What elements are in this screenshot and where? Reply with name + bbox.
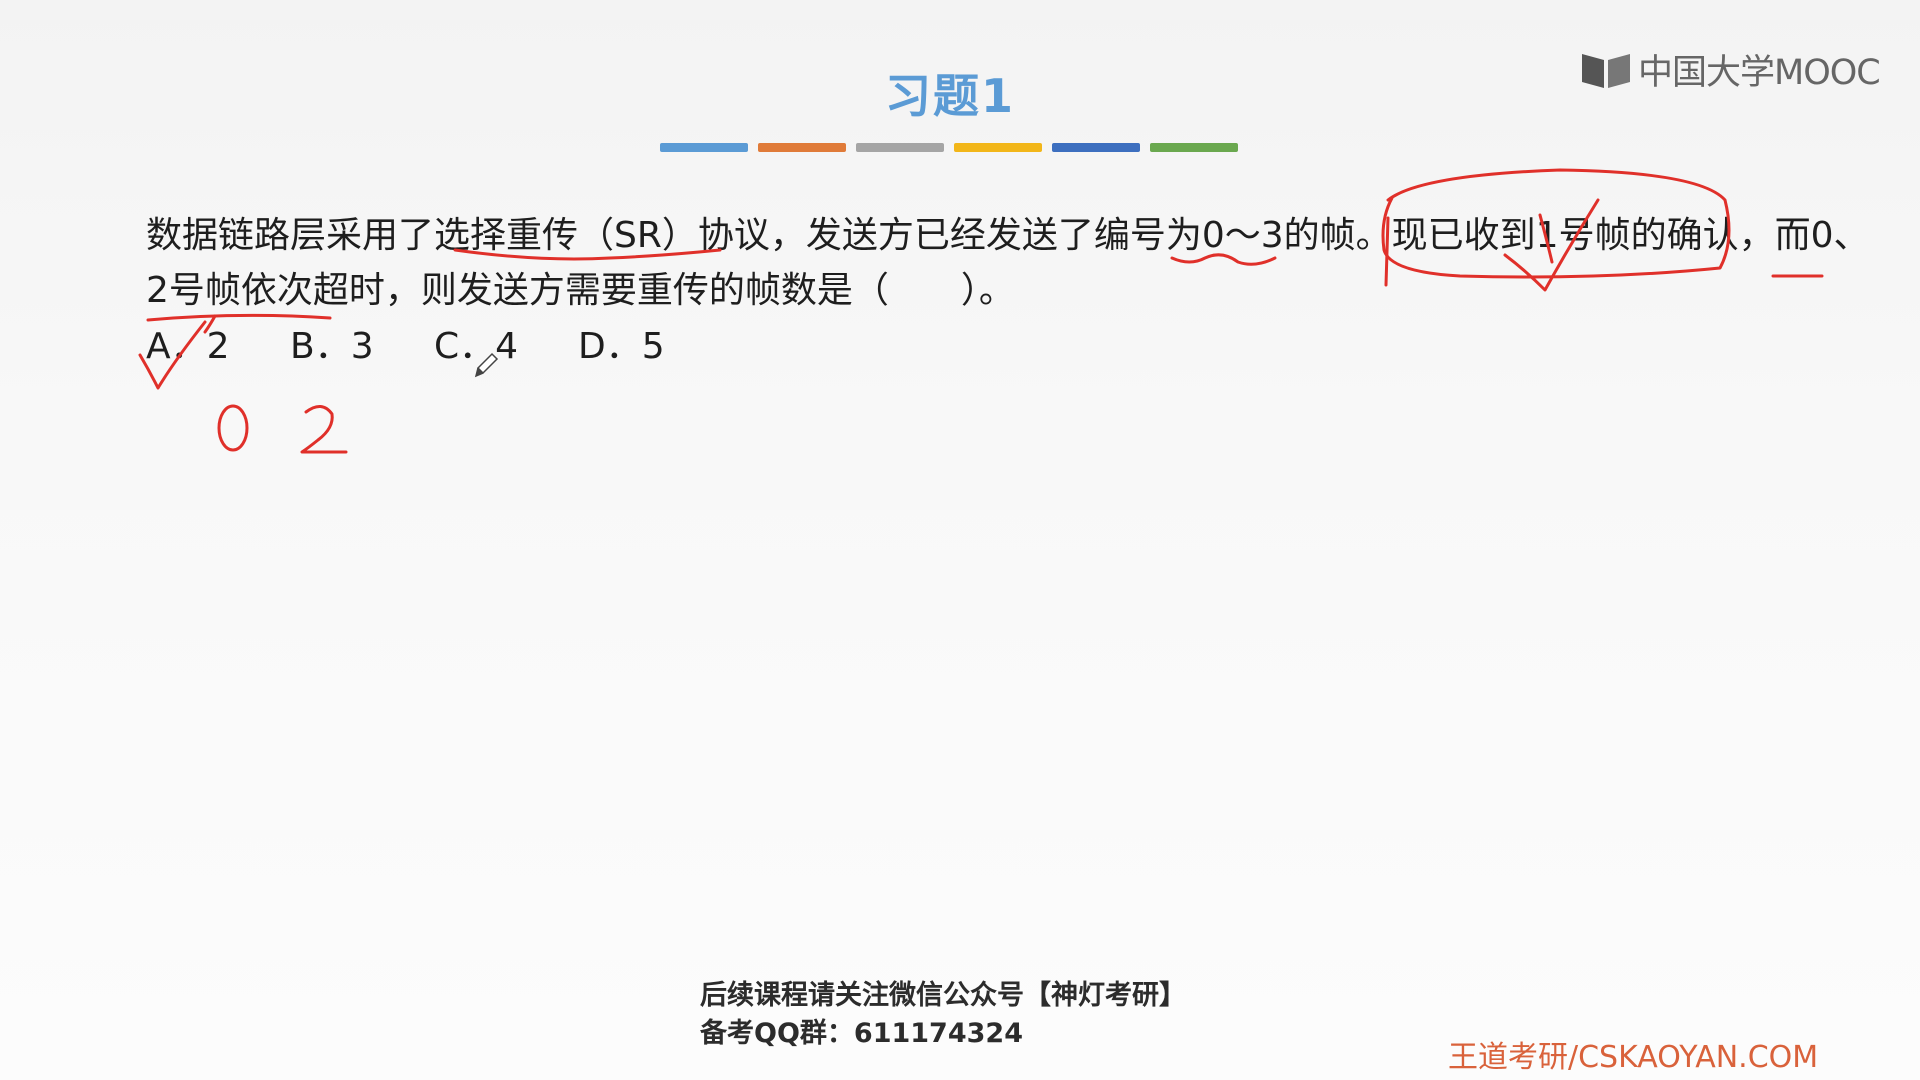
color-segment-2 — [758, 143, 846, 152]
answer-options: A．2 B．3 C．4 D．5 — [146, 317, 722, 369]
book-logo-icon — [1582, 53, 1630, 88]
mooc-logo: 中国大学MOOC — [1580, 44, 1881, 95]
option-b: B．3 — [290, 326, 374, 367]
color-segment-3 — [856, 143, 944, 152]
color-segment-4 — [954, 143, 1042, 152]
option-d: D．5 — [578, 326, 665, 367]
color-segment-6 — [1150, 143, 1238, 152]
option-a: A．2 — [146, 326, 230, 367]
color-segment-1 — [660, 143, 748, 152]
footer-wechat-notice: 后续课程请关注微信公众号【神灯考研】 — [700, 980, 1186, 1011]
handwritten-annotations — [138, 168, 1824, 454]
footer-qq-group: 备考QQ群：611174324 — [700, 1018, 1023, 1049]
handwritten-digit-0 — [217, 404, 249, 452]
color-segment-5 — [1052, 143, 1140, 152]
question-text: 数据链路层采用了选择重传（SR）协议，发送方已经发送了编号为0～3的帧。现已收到… — [146, 208, 1870, 318]
question-line-1: 数据链路层采用了选择重传（SR）协议，发送方已经发送了编号为0～3的帧。现已收到… — [146, 215, 1870, 256]
handwritten-digit-2 — [300, 405, 348, 454]
title-color-bar — [660, 143, 1238, 152]
question-line-2: 2号帧依次超时，则发送方需要重传的帧数是（ ）。 — [146, 270, 1015, 311]
footer-notice: 后续课程请关注微信公众号【神灯考研】 备考QQ群：611174324 — [700, 977, 1186, 1053]
option-c: C．4 — [434, 326, 519, 367]
brand-watermark: 王道考研/CSKAOYAN.COM — [1448, 1040, 1819, 1075]
logo-text: 中国大学MOOC — [1638, 53, 1881, 93]
